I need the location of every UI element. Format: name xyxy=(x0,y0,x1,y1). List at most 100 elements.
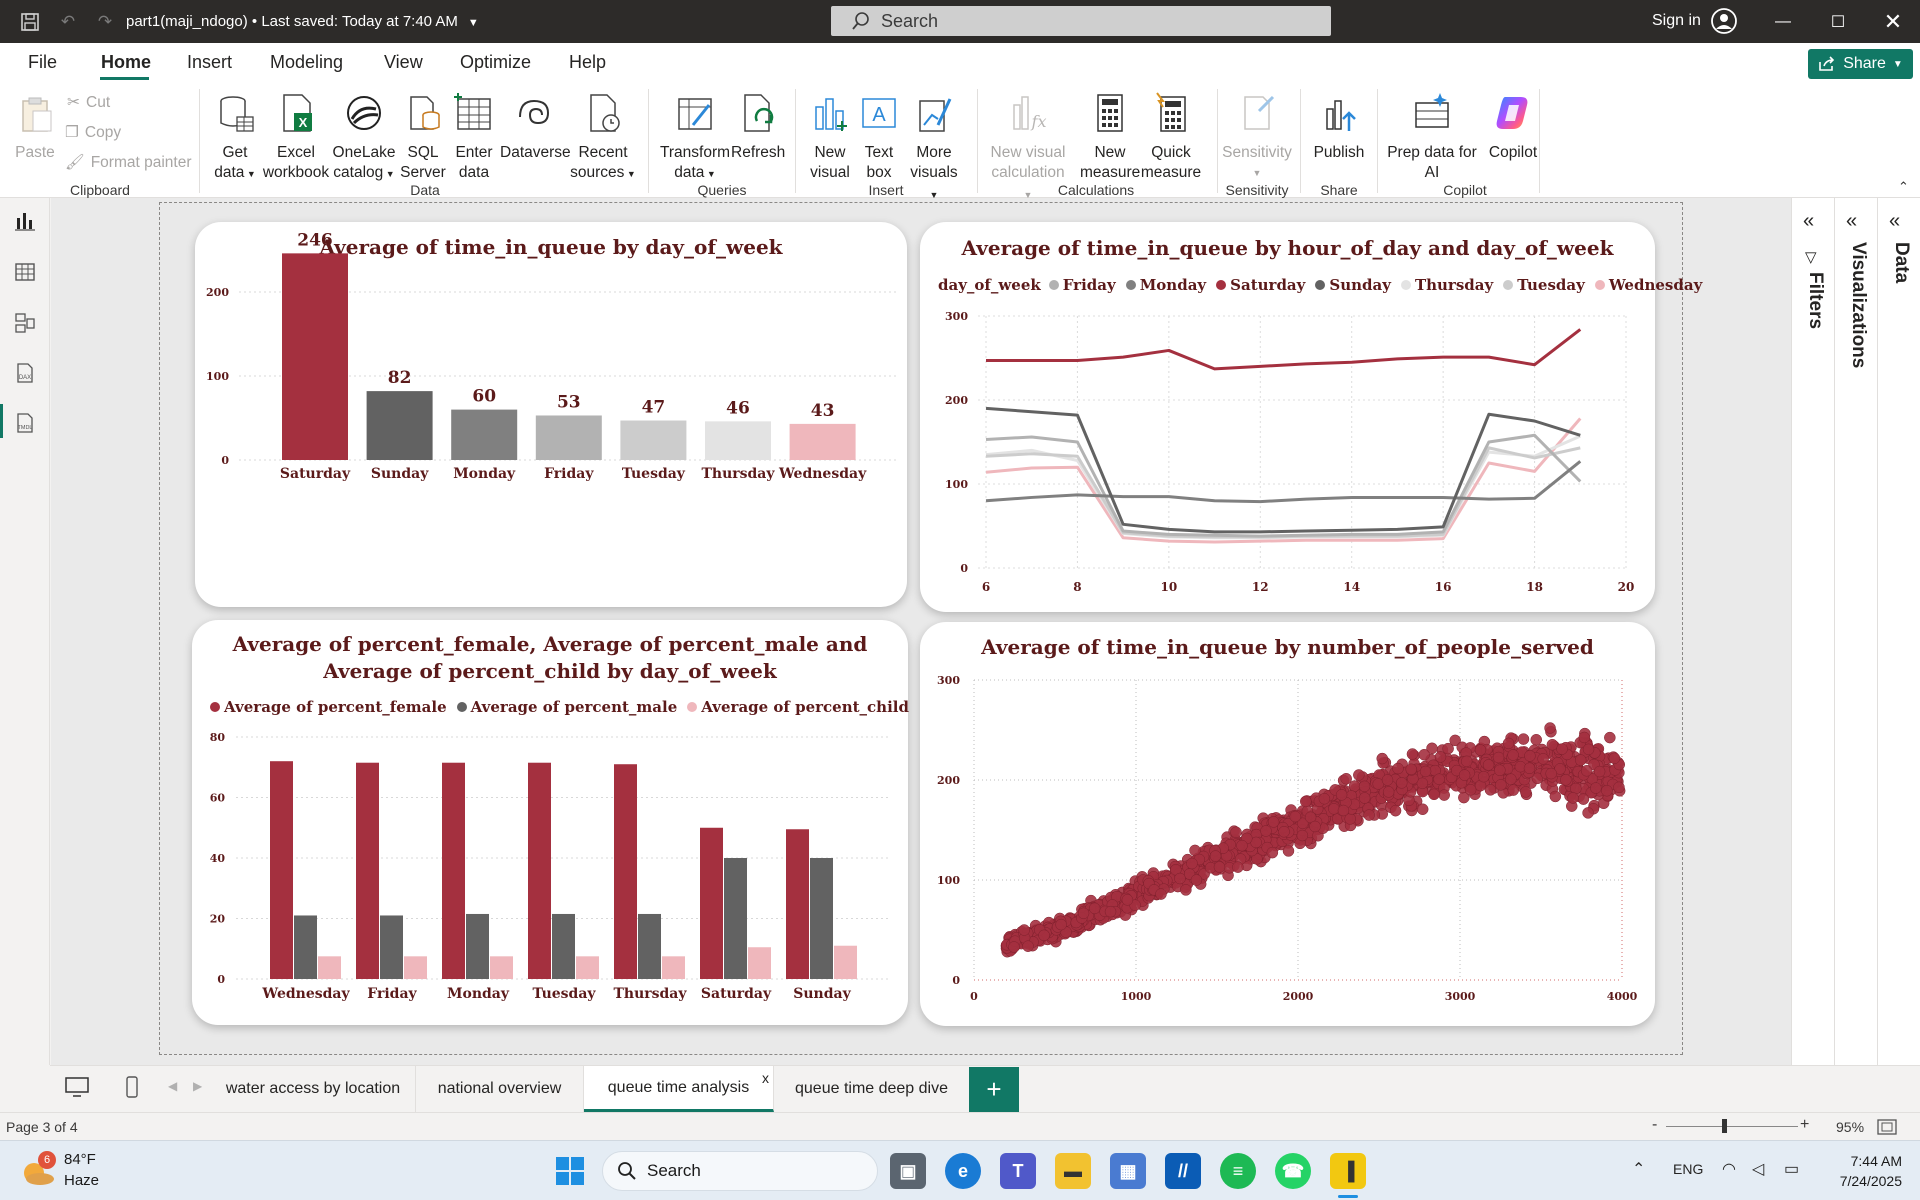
file-explorer-icon[interactable]: ▬ xyxy=(1055,1153,1091,1189)
whatsapp-icon[interactable]: ☎ xyxy=(1275,1153,1311,1189)
visualizations-pane[interactable]: « Visualizations xyxy=(1835,198,1878,1065)
zoom-out-button[interactable]: - xyxy=(1652,1116,1657,1134)
dataverse-button[interactable]: Dataverse xyxy=(500,91,571,163)
spotify-icon[interactable]: ≡ xyxy=(1220,1153,1256,1189)
zoom-in-button[interactable]: + xyxy=(1800,1116,1809,1134)
copy-button[interactable]: ❐ Copy xyxy=(65,123,121,142)
file-title[interactable]: part1(maji_ndogo) • Last saved: Today at… xyxy=(126,13,479,30)
chevron-left-icon[interactable]: « xyxy=(1889,210,1900,233)
zoom-slider-track[interactable] xyxy=(1666,1126,1798,1127)
account-icon[interactable] xyxy=(1710,7,1738,35)
chart-card-time-by-day[interactable]: Average of time_in_queue by day_of_week … xyxy=(195,222,907,607)
sql-server-button[interactable]: SQL Server xyxy=(398,91,448,183)
language-indicator[interactable]: ENG xyxy=(1673,1161,1703,1177)
app-icon[interactable]: // xyxy=(1165,1153,1201,1189)
new-visual-button[interactable]: New visual xyxy=(805,91,855,183)
save-icon[interactable] xyxy=(17,9,43,35)
chart-card-time-by-hour[interactable]: Average of time_in_queue by hour_of_day … xyxy=(920,222,1702,612)
scatter-point xyxy=(1556,743,1568,755)
format-painter-button[interactable]: 🖌 Format painter xyxy=(65,153,191,172)
bar xyxy=(789,423,856,460)
store-icon[interactable]: ▦ xyxy=(1110,1153,1146,1189)
table-view-icon[interactable] xyxy=(12,259,38,285)
share-button[interactable]: Share ▼ xyxy=(1808,49,1913,79)
x-tick-label: 4000 xyxy=(1607,990,1638,1003)
page-tab[interactable]: national overview xyxy=(416,1066,584,1112)
bar xyxy=(490,956,513,979)
menu-home[interactable]: Home xyxy=(101,52,151,73)
cut-button[interactable]: ✂ Cut xyxy=(67,93,110,112)
menu-file[interactable]: File xyxy=(28,52,57,73)
sensitivity-button[interactable]: Sensitivity ▼ xyxy=(1222,91,1292,183)
desktop-layout-icon[interactable] xyxy=(64,1076,90,1103)
clock[interactable]: 7:44 AM 7/24/2025 xyxy=(1800,1151,1902,1191)
maximize-button[interactable]: ☐ xyxy=(1823,8,1853,36)
excel-workbook-button[interactable]: X Excel workbook xyxy=(262,91,330,183)
weather-widget[interactable]: 6 xyxy=(18,1151,58,1192)
menu-view[interactable]: View xyxy=(384,52,423,73)
menu-help[interactable]: Help xyxy=(569,52,606,73)
wifi-icon[interactable]: ◠ xyxy=(1722,1159,1736,1179)
search-box[interactable]: Search xyxy=(831,6,1331,36)
more-visuals-button[interactable]: More visuals ▼ xyxy=(906,91,962,205)
redo-icon[interactable]: ↷ xyxy=(92,9,118,35)
page-tab-active[interactable]: queue time analysis x xyxy=(584,1066,774,1112)
mobile-layout-icon[interactable] xyxy=(125,1075,139,1104)
transform-data-button[interactable]: Transform data ▼ xyxy=(659,91,731,184)
copilot-button[interactable]: Copilot xyxy=(1480,91,1546,163)
dax-query-view-icon[interactable]: DAX xyxy=(12,360,38,386)
quick-measure-button[interactable]: Quick measure xyxy=(1140,91,1202,183)
power-bi-icon[interactable]: ▐ xyxy=(1330,1153,1366,1189)
task-view-icon[interactable]: ▣ xyxy=(890,1153,926,1189)
chart-card-percent-by-day[interactable]: Average of percent_female, Average of pe… xyxy=(192,620,909,1025)
close-tab-icon[interactable]: x xyxy=(762,1070,769,1086)
y-tick-label: 200 xyxy=(206,286,229,299)
menu-insert[interactable]: Insert xyxy=(187,52,232,73)
zoom-slider-thumb[interactable] xyxy=(1722,1119,1727,1133)
menu-optimize[interactable]: Optimize xyxy=(460,52,531,73)
recent-sources-button[interactable]: Recent sources ▼ xyxy=(569,91,637,184)
sign-in-button[interactable]: Sign in xyxy=(1652,12,1701,30)
edge-icon[interactable]: e xyxy=(945,1153,981,1189)
scatter-point xyxy=(1505,773,1517,785)
start-button[interactable] xyxy=(555,1156,585,1191)
battery-icon[interactable]: ▭ xyxy=(1784,1159,1799,1179)
new-measure-button[interactable]: New measure xyxy=(1080,91,1140,183)
show-hidden-icons[interactable]: ⌃ xyxy=(1632,1159,1645,1179)
next-page-icon[interactable]: ▶ xyxy=(193,1079,202,1093)
prev-page-icon[interactable]: ◀ xyxy=(168,1079,177,1093)
scatter-point xyxy=(1309,820,1321,833)
data-pane[interactable]: « Data xyxy=(1878,198,1920,1065)
enter-data-label: Enter xyxy=(455,144,493,161)
teams-icon[interactable]: T xyxy=(1000,1153,1036,1189)
taskbar-search[interactable]: Search xyxy=(602,1151,878,1191)
filters-pane[interactable]: « ▽ Filters xyxy=(1792,198,1835,1065)
page-tab[interactable]: queue time deep dive xyxy=(774,1066,969,1112)
collapse-ribbon-icon[interactable]: ⌃ xyxy=(1898,179,1909,195)
page-tab[interactable]: water access by location xyxy=(211,1066,416,1112)
enter-data-button[interactable]: Enter data xyxy=(449,91,499,183)
tmdl-view-icon[interactable]: TMDL xyxy=(12,410,38,436)
minimize-button[interactable]: — xyxy=(1768,8,1798,36)
get-data-button[interactable]: Get data ▼ xyxy=(208,91,262,184)
scatter-point xyxy=(1358,792,1371,804)
undo-icon[interactable]: ↶ xyxy=(55,9,81,35)
add-page-button[interactable]: + xyxy=(969,1067,1019,1112)
model-view-icon[interactable] xyxy=(12,310,38,336)
publish-button[interactable]: Publish xyxy=(1306,91,1372,163)
text-box-button[interactable]: A Text box xyxy=(856,91,902,183)
page-tab-bar: ◀ ▶ water access by location national ov… xyxy=(50,1065,1920,1112)
fit-to-page-icon[interactable] xyxy=(1877,1119,1897,1138)
report-view-icon[interactable] xyxy=(12,208,38,234)
scatter-point xyxy=(1546,738,1559,751)
chevron-left-icon[interactable]: « xyxy=(1803,210,1814,233)
volume-icon[interactable]: ◁ xyxy=(1752,1159,1764,1179)
prep-data-for-ai-button[interactable]: Prep data for AI xyxy=(1384,91,1480,183)
chart-card-time-by-people[interactable]: Average of time_in_queue by number_of_pe… xyxy=(920,622,1655,1026)
menu-modeling[interactable]: Modeling xyxy=(270,52,343,73)
onelake-catalog-button[interactable]: OneLake catalog ▼ xyxy=(331,91,397,184)
refresh-button[interactable]: Refresh xyxy=(731,91,785,163)
close-button[interactable]: ✕ xyxy=(1878,8,1908,36)
chevron-left-icon[interactable]: « xyxy=(1846,210,1857,233)
paste-button[interactable]: Paste xyxy=(10,91,60,163)
